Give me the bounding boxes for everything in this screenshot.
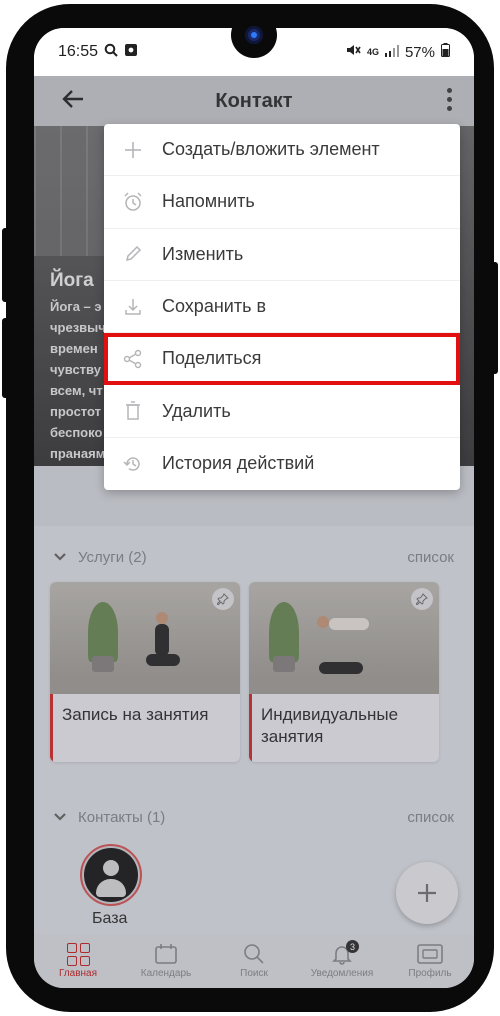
menu-item-label: Изменить [162, 243, 244, 264]
volume-button [2, 228, 10, 302]
menu-item-remind[interactable]: Напомнить [104, 176, 460, 229]
front-camera [231, 12, 277, 58]
menu-item-delete[interactable]: Удалить [104, 385, 460, 438]
status-time: 16:55 [58, 43, 99, 60]
mute-icon [345, 43, 361, 61]
menu-item-label: Поделиться [162, 348, 262, 369]
trash-icon [122, 400, 144, 422]
plus-icon [122, 139, 144, 161]
menu-item-label: Сохранить в [162, 296, 267, 317]
context-menu: Создать/вложить элемент Напомнить Измени… [104, 124, 460, 490]
history-icon [122, 453, 144, 475]
pencil-icon [122, 243, 144, 265]
power-button [490, 262, 498, 374]
alarm-icon [122, 191, 144, 213]
battery-icon [441, 43, 450, 61]
menu-item-share[interactable]: Поделиться [104, 333, 460, 386]
download-icon [122, 296, 144, 318]
share-icon [122, 348, 144, 370]
signal-icon [384, 44, 399, 61]
menu-item-label: Удалить [162, 400, 231, 421]
battery-level: 57% [404, 43, 435, 61]
menu-item-save-to[interactable]: Сохранить в [104, 281, 460, 334]
search-icon [104, 43, 118, 62]
network-type: 4G [366, 47, 379, 57]
menu-item-history[interactable]: История действий [104, 438, 460, 490]
menu-item-create[interactable]: Создать/вложить элемент [104, 124, 460, 177]
menu-item-edit[interactable]: Изменить [104, 229, 460, 281]
screen: 16:55 4G 57% Контакт Йога Йога – э чрезв… [34, 28, 474, 988]
volume-button-2 [2, 318, 10, 398]
menu-item-label: Создать/вложить элемент [162, 139, 380, 160]
menu-item-label: История действий [162, 453, 315, 474]
image-icon [124, 43, 138, 62]
menu-item-label: Напомнить [162, 191, 255, 212]
